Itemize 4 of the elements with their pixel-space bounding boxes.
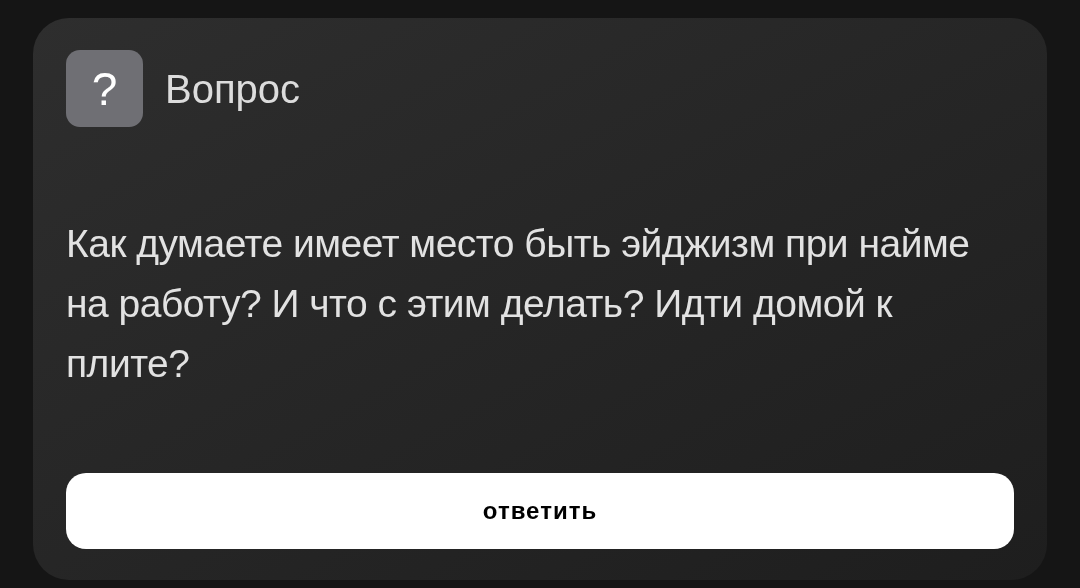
answer-button[interactable]: ответить [66,473,1014,549]
question-text: Как думаете имеет место быть эйджизм при найме на работу? И что с этим делать? Идти домой к плите? [66,221,971,387]
card-title: Вопрос [165,68,301,109]
question-icon: ? [66,50,143,127]
